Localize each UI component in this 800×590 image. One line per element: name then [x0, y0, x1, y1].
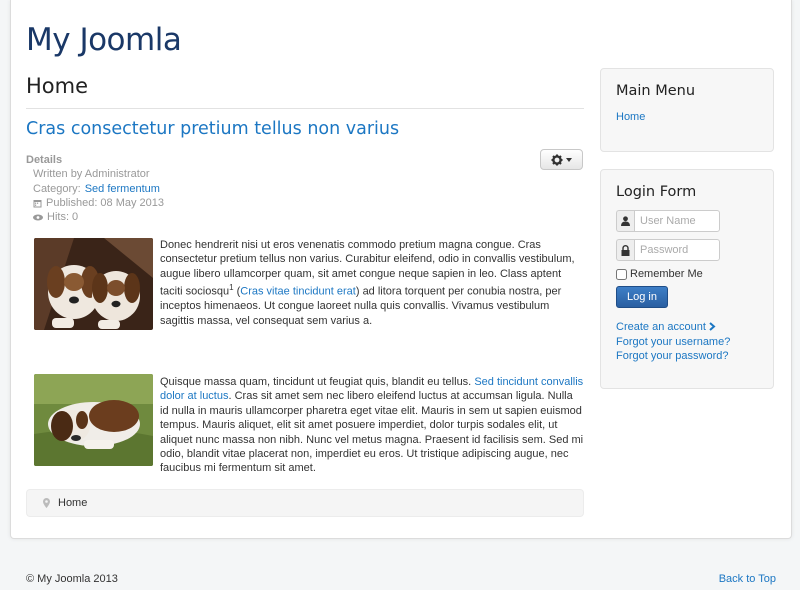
paragraph-1-link[interactable]: Cras vitae tincidunt erat — [240, 286, 356, 298]
article-paragraph-2: Quisque massa quam, tincidunt ut feugiat… — [160, 375, 584, 476]
published-info: Published: 08 May 2013 — [26, 196, 164, 210]
user-icon — [616, 210, 634, 232]
login-form-title: Login Form — [616, 184, 697, 200]
category-link[interactable]: Sed fermentum — [85, 182, 160, 196]
article-details: Details Written by Administrator Categor… — [26, 153, 164, 224]
username-row — [616, 210, 720, 232]
eye-icon — [33, 214, 43, 221]
breadcrumb: Home — [26, 489, 584, 517]
create-account-link[interactable]: Create an account — [616, 320, 758, 335]
hits-info: Hits: 0 — [26, 210, 164, 224]
main-content: Home Cras consectetur pretium tellus non… — [26, 74, 584, 517]
main-menu-title: Main Menu — [616, 83, 696, 99]
chevron-down-icon — [566, 157, 572, 162]
category-info: Category: Sed fermentum — [26, 182, 164, 196]
footnote-marker: 1 — [229, 283, 234, 293]
login-form-module: Login Form Remember Me Log in Create an … — [600, 169, 774, 389]
login-links: Create an account Forgot your username? … — [616, 320, 758, 364]
site-title[interactable]: My Joomla — [26, 22, 182, 58]
puppies-image — [34, 238, 153, 330]
article-title-link[interactable]: Cras consectetur pretium tellus non vari… — [26, 119, 399, 139]
calendar-icon — [33, 199, 42, 208]
paragraph-2-text-end: . Cras sit amet sem nec libero eleifend … — [160, 390, 584, 475]
create-account-label: Create an account — [616, 321, 706, 333]
login-button[interactable]: Log in — [616, 286, 668, 308]
hits-text: Hits: 0 — [47, 211, 79, 224]
details-label: Details — [26, 154, 63, 166]
author-text: Written by Administrator — [33, 168, 150, 181]
breadcrumb-home: Home — [58, 497, 88, 509]
remember-me[interactable]: Remember Me — [616, 268, 758, 280]
username-input[interactable] — [634, 210, 720, 232]
paragraph-2-text-start: Quisque massa quam, tincidunt ut feugiat… — [160, 376, 472, 388]
forgot-username-link[interactable]: Forgot your username? — [616, 335, 758, 350]
location-pin-icon — [43, 498, 50, 508]
footer-copyright: © My Joomla 2013 — [26, 573, 118, 585]
article-title[interactable]: Cras consectetur pretium tellus non vari… — [26, 119, 584, 139]
password-row — [616, 239, 720, 261]
article-paragraph-1: Donec hendrerit nisi ut eros venenatis c… — [160, 239, 575, 327]
page-heading: Home — [26, 74, 584, 109]
password-input[interactable] — [634, 239, 720, 261]
article-tools-button[interactable] — [540, 149, 583, 170]
main-menu-module: Main Menu Home — [600, 68, 774, 152]
remember-me-checkbox[interactable] — [616, 268, 627, 280]
gear-icon — [551, 154, 563, 165]
published-text: Published: 08 May 2013 — [46, 196, 165, 209]
menu-item-home[interactable]: Home — [616, 111, 645, 123]
lock-icon — [616, 239, 634, 261]
remember-me-label: Remember Me — [630, 268, 703, 280]
author-info: Written by Administrator — [26, 167, 164, 181]
category-label: Category: — [33, 182, 81, 195]
chevron-right-icon — [709, 322, 716, 331]
back-to-top-link[interactable]: Back to Top — [719, 573, 776, 585]
sleeping-dog-image — [34, 374, 153, 466]
forgot-password-link[interactable]: Forgot your password? — [616, 349, 758, 364]
